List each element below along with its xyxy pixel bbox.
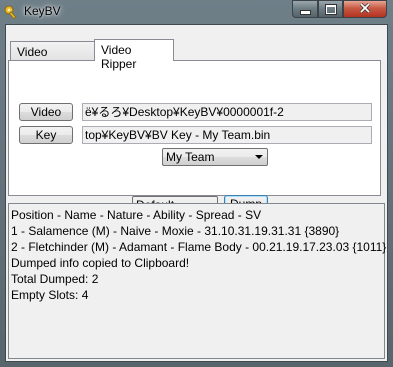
window-title: KeyBV — [24, 4, 61, 18]
chevron-down-icon — [255, 155, 263, 159]
team-select[interactable]: My Team — [162, 148, 268, 166]
tab-video-breaker[interactable]: Video Breaker — [10, 41, 96, 73]
close-icon — [359, 2, 371, 16]
output-line: Empty Slots: 4 — [11, 288, 89, 302]
key-button[interactable]: Key — [19, 126, 73, 144]
close-button[interactable] — [343, 0, 387, 18]
minimize-button[interactable] — [292, 0, 318, 18]
title-bar[interactable]: KeyBV — [0, 0, 393, 24]
key-path-field[interactable]: top¥KeyBV¥BV Key - My Team.bin — [82, 126, 372, 144]
output-line: 1 - Salamence (M) - Naive - Moxie - 31.1… — [11, 224, 340, 238]
app-window: KeyBV Video Breaker Video Ripper Video ё… — [0, 0, 393, 367]
team-select-value: My Team — [166, 150, 215, 164]
minimize-icon — [299, 9, 311, 15]
video-ripper-panel: Video ё¥るろ¥Desktop¥KeyBV¥0000001f-2 Key … — [8, 60, 381, 214]
output-line: Position - Name - Nature - Ability - Spr… — [11, 208, 262, 222]
output-line: Total Dumped: 2 — [11, 272, 99, 286]
maximize-button[interactable] — [318, 0, 343, 18]
video-path-field[interactable]: ё¥るろ¥Desktop¥KeyBV¥0000001f-2 — [82, 103, 372, 121]
client-area: Video Breaker Video Ripper Video ё¥るろ¥De… — [5, 24, 388, 362]
output-textbox[interactable]: Position - Name - Nature - Ability - Spr… — [8, 203, 387, 359]
output-line: Dumped info copied to Clipboard! — [11, 256, 190, 270]
maximize-icon — [324, 3, 337, 15]
tab-video-ripper[interactable]: Video Ripper — [94, 39, 174, 71]
video-button[interactable]: Video — [19, 103, 73, 121]
key-icon — [4, 4, 20, 20]
output-line: 2 - Fletchinder (M) - Adamant - Flame Bo… — [11, 240, 387, 254]
